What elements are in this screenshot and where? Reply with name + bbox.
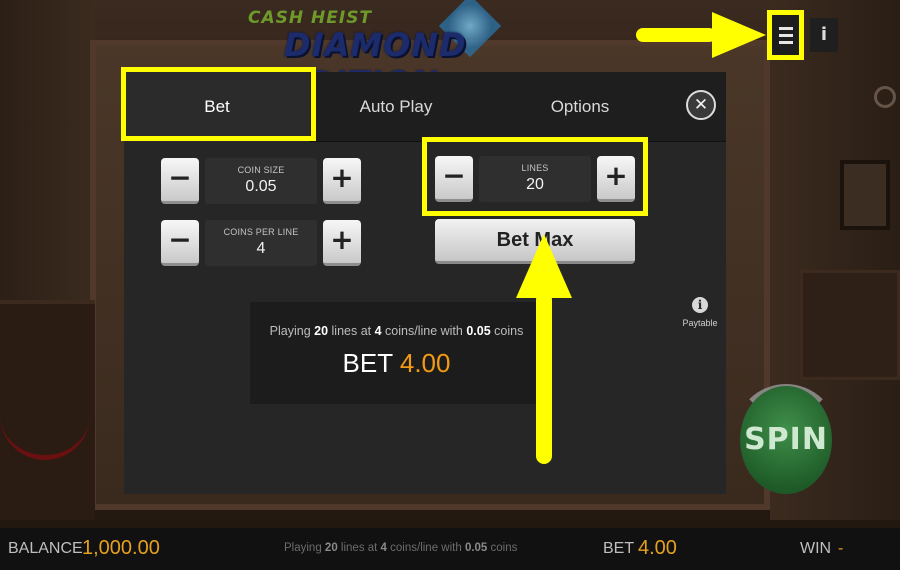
highlight-bet-tab — [121, 67, 316, 141]
balance-value: 1,000.00 — [82, 537, 160, 559]
coin-size-value: 0.05 — [245, 178, 277, 195]
coins-per-line-increase-button[interactable]: + — [323, 220, 361, 266]
coin-size-increase-button[interactable]: + — [323, 158, 361, 204]
status-bet-info: Playing 20 lines at 4 coins/line with 0.… — [284, 542, 518, 554]
settings-icon[interactable] — [874, 86, 896, 108]
win-value: - — [838, 540, 844, 557]
coins-per-line-display: COINS PER LINE 4 — [205, 220, 317, 266]
bet-summary: Playing 20 lines at 4 coins/line with 0.… — [250, 302, 543, 404]
info-button[interactable]: i — [810, 18, 838, 52]
bet-total-label: BET — [342, 348, 393, 378]
bet-total-value: 4.00 — [399, 348, 451, 378]
coins-per-line-stepper: − COINS PER LINE 4 + — [161, 220, 361, 266]
coin-size-display: COIN SIZE 0.05 — [205, 158, 317, 204]
coin-size-stepper: − COIN SIZE 0.05 + — [161, 158, 361, 204]
tab-options[interactable]: Options — [490, 72, 670, 142]
annotation-arrow-up-head — [516, 234, 572, 298]
annotation-arrow-right — [636, 28, 716, 42]
paytable-label: Paytable — [682, 318, 718, 328]
paytable-button[interactable]: i Paytable — [680, 296, 720, 328]
background-cabinet-right — [800, 270, 900, 380]
menu-button[interactable] — [767, 10, 804, 60]
game-logo: CASH HEIST DIAMOND EDITION — [248, 0, 608, 102]
tab-auto-play[interactable]: Auto Play — [310, 72, 482, 142]
annotation-arrow-up — [536, 292, 552, 464]
annotation-arrow-right-head — [712, 12, 766, 58]
hamburger-icon — [778, 26, 793, 30]
balance-label: BALANCE — [8, 540, 83, 557]
win-label: WIN — [800, 540, 832, 557]
coin-size-decrease-button[interactable]: − — [161, 158, 199, 204]
spin-button[interactable]: SPIN — [740, 386, 832, 494]
background-picture-frame — [840, 160, 890, 230]
spin-control[interactable]: SPIN — [728, 378, 844, 502]
coins-per-line-decrease-button[interactable]: − — [161, 220, 199, 266]
highlight-lines-stepper — [422, 137, 648, 216]
coin-size-label: COIN SIZE — [237, 165, 285, 175]
bet-summary-text: Playing 20 lines at 4 coins/line with 0.… — [269, 324, 524, 338]
status-bet-value: 4.00 — [638, 537, 677, 559]
status-bar: BALANCE 1,000.00 Playing 20 lines at 4 c… — [0, 528, 900, 570]
logo-line1: CASH HEIST — [248, 8, 373, 28]
coins-per-line-label: COINS PER LINE — [223, 227, 299, 237]
status-bet-label: BET — [603, 540, 635, 557]
info-icon: i — [692, 297, 708, 313]
close-button[interactable]: ✕ — [686, 90, 716, 120]
coins-per-line-value: 4 — [256, 240, 266, 257]
bet-total: BET 4.00 — [250, 348, 543, 379]
